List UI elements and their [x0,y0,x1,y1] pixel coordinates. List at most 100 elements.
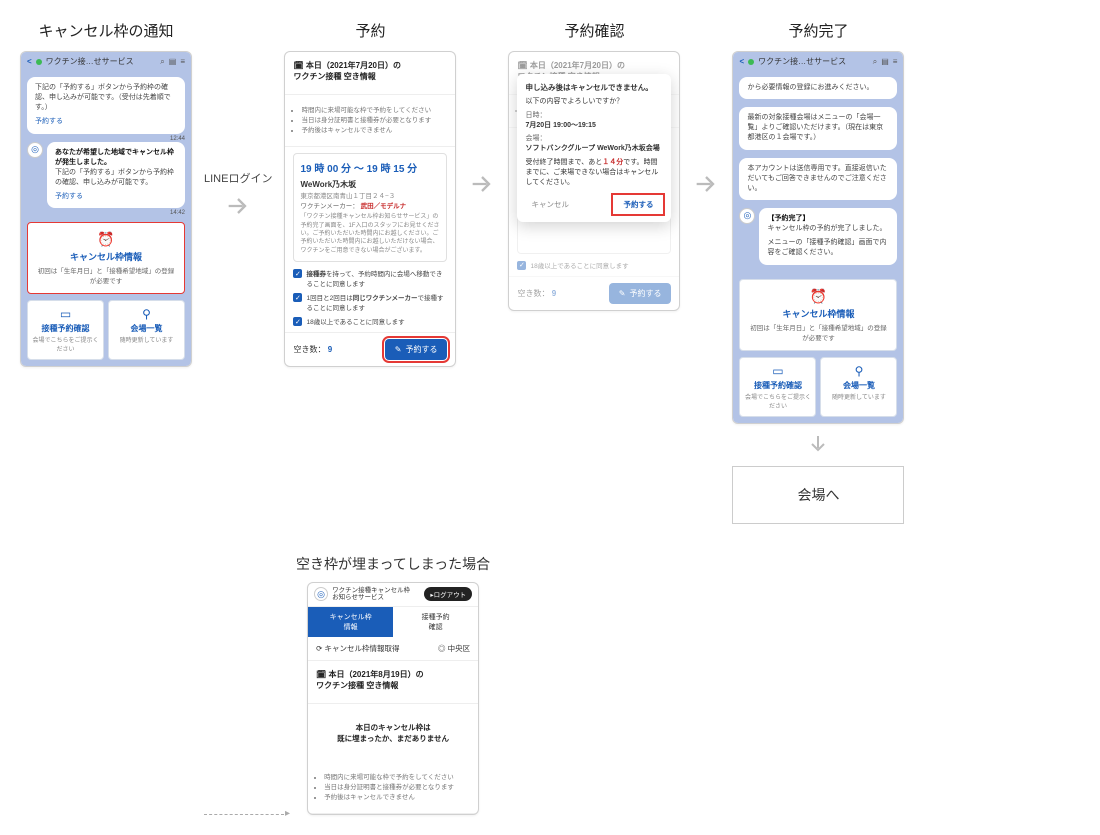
footer-bar: 空き数： 9 ✎予約する [285,332,455,366]
calendar-icon: 🗓 [316,670,326,679]
chat-text: から必要情報の登録にお進みください。 [747,84,873,91]
venue-address: 東京都港区南青山１丁目２４−３ [300,190,440,200]
sublabel: 随時更新しています [113,335,180,344]
done-body: キャンセル枠の予約が完了しました。 [767,224,889,234]
step-4: 予約完了 < ワクチン接…せサービス ⌕▤≡ から必要情報の登録にお進みください… [732,20,904,524]
back-icon[interactable]: < [27,57,32,66]
list-item: 時間内に来場可能な枠で予約をしてください [301,106,447,116]
check-text: を持って、予約時間内に会場へ移動できることに同意します [306,271,442,288]
chat-bubble: から必要情報の登録にお進みください。 [739,77,897,99]
consent-checks: ✓接種券を持って、予約時間内に会場へ移動できることに同意します ✓1回目と2回目… [293,268,447,326]
bot-avatar-icon: ◎ [27,142,43,158]
status-dot-icon [36,59,42,65]
chat-text: 最新の対象接種会場はメニューの「会場一覧」よりご確認いただけます。（現在は東京都… [747,114,883,141]
modal-confirm-button[interactable]: 予約する [613,195,663,214]
reservation-check-button[interactable]: ▭接種予約確認会場でこちらをご提示ください [739,357,816,417]
step-1: キャンセル枠の通知 < ワクチン接…せサービス ⌕ ▤ ≡ 下記の「予約する」ボ… [20,20,192,367]
bot-avatar-icon: ◎ [739,208,755,224]
logout-button[interactable]: ▸ログアウト [424,587,472,601]
tab-cancel-info[interactable]: キャンセル枠 情報 [308,607,393,637]
list-item: 当日は身分証明書と接種券が必要となります [301,116,447,126]
info-header: 🗓 本日（2021年8月19日）の ワクチン接種 空き情報 [308,661,478,704]
step-3: 予約確認 🗓 本日（2021年7月20日）の ワクチン接種 空き情報 時間内に来… [508,20,680,311]
filled-col: 空き枠が埋まってしまった場合 ◎ ワクチン接種キャンセル枠 お知らせサービス ▸… [296,554,490,816]
venue-name: WeWork乃木坂 [300,179,440,190]
chat-title: ワクチン接…せサービス [46,56,134,67]
notice-list: 時間内に来場可能な枠で予約をしてください 当日は身分証明書と接種券が必要となりま… [307,106,447,135]
loc-right[interactable]: ◎ 中央区 [438,643,470,654]
chat-bubble: あなたが希望した地域でキャンセル枠が発生しました。 下記の「予約する」ボタンから… [47,142,185,209]
tab-reservation-check[interactable]: 接種予約 確認 [393,607,478,637]
check-row[interactable]: ✓接種券を持って、予約時間内に会場へ移動できることに同意します [293,268,447,288]
check-row[interactable]: ✓18歳以上であることに同意します [293,316,447,326]
back-icon[interactable]: < [739,57,744,66]
phone-step2: 🗓 本日（2021年7月20日）の ワクチン接種 空き情報 時間内に来場可能な枠… [284,51,456,367]
search-icon[interactable]: ⌕ [160,57,164,67]
reserve-link[interactable]: 予約する [55,192,177,202]
count-value: 9 [552,289,556,298]
calendar-icon: 🗓 [293,61,303,70]
venue-label: 会場： [525,135,546,142]
chat-bubble: 【予約完了】 キャンセル枠の予約が完了しました。 メニューの「接種予約確認」画面… [759,208,897,265]
slot-note: 「ワクチン接種キャンセル枠お知らせサービス」の予約完了画面を、1F入口のスタッフ… [300,213,440,255]
arrow-right-icon [224,192,252,220]
reserve-link[interactable]: 予約する [35,117,177,127]
confirm-modal: 申し込み後はキャンセルできません。 以下の内容でよろしいですか？ 日時：7月20… [517,74,671,222]
menu-icon[interactable]: ≡ [180,57,185,67]
edit-icon: ✎ [395,345,402,354]
service-header: ◎ ワクチン接種キャンセル枠 お知らせサービス ▸ログアウト [308,583,478,608]
service-name: ワクチン接種キャンセル枠 お知らせサービス [332,587,410,603]
venue-list-button[interactable]: ⚲会場一覧随時更新しています [820,357,897,417]
venue-list-button[interactable]: ⚲ 会場一覧 随時更新しています [108,300,185,360]
modal-title: 申し込み後はキャンセルできません。 [525,82,663,93]
flow-stage: キャンセル枠の通知 < ワクチン接…せサービス ⌕ ▤ ≡ 下記の「予約する」ボ… [20,20,1080,524]
count-label: 空き数： 9 [293,344,332,355]
info-header: 🗓 本日（2021年7月20日）の ワクチン接種 空き情報 [285,52,455,95]
date-text: 本日（2021年8月19日）の ワクチン接種 空き情報 [316,670,424,690]
loc-left: ⟳ キャンセル枠情報取得 [316,643,399,654]
menu-two-box: ▭ 接種予約確認 会場でこちらをご提示ください ⚲ 会場一覧 随時更新しています [27,300,185,360]
check-text: 18歳以上であることに同意します [530,260,628,270]
modal-sub: 以下の内容でよろしいですか？ [525,97,663,107]
note-icon[interactable]: ▤ [169,57,177,67]
date-header: 🗓 本日（2021年7月20日）の ワクチン接種 空き情報 [293,60,447,82]
clock-icon: ⏰ [748,288,888,305]
location-row: ⟳ キャンセル枠情報取得 ◎ 中央区 [308,637,478,661]
done-title: 【予約完了】 [767,214,889,224]
menu-icon[interactable]: ≡ [893,57,898,67]
step-1-title: キャンセル枠の通知 [38,20,173,41]
check-text: 1回目と2回目は [306,295,352,302]
search-icon[interactable]: ⌕ [873,57,877,67]
label: 空き数： [293,345,325,354]
sublabel: 会場でこちらをご提示ください [744,392,811,410]
service-icon: ◎ [314,587,328,601]
btn-label: 予約する [629,288,661,299]
reservation-check-button[interactable]: ▭ 接種予約確認 会場でこちらをご提示ください [27,300,104,360]
cancel-slot-panel[interactable]: ⏰ キャンセル枠情報 初回は「生年月日」と「接種希望地域」の登録が必要です [739,279,897,351]
chat-text: 下記の「予約する」ボタンから予約枠の確認、申し込みが可能です。（受付は先着順です… [35,84,171,111]
panel-sub: 初回は「生年月日」と「接種希望地域」の登録が必要です [36,265,176,285]
cancel-slot-panel[interactable]: ⏰ キャンセル枠情報 初回は「生年月日」と「接種希望地域」の登録が必要です [27,222,185,294]
label: 接種予約確認 [744,380,811,391]
pin-icon: ⚲ [113,307,180,321]
dt-value: 7月20日 19:00〜19:15 [525,122,595,129]
end-box: 会場へ [732,466,904,524]
phone-step1: < ワクチン接…せサービス ⌕ ▤ ≡ 下記の「予約する」ボタンから予約枠の確認… [20,51,192,367]
chat-text: 下記の「予約する」ボタンから予約枠の確認、申し込みが可能です。 [55,169,174,186]
flow-arrow [468,20,496,198]
check-row[interactable]: ✓1回目と2回目は同じワクチンメーカーで接種することに同意します [293,292,447,312]
clock-icon: ⏰ [36,231,176,248]
maker-row: ワクチンメーカー： 武田／モデルナ [300,200,440,210]
panel-title: キャンセル枠情報 [748,307,888,320]
modal-cancel-button[interactable]: キャンセル [525,195,575,214]
sublabel: 随時更新しています [825,392,892,401]
filled-title: 空き枠が埋まってしまった場合 [296,554,490,574]
note-icon[interactable]: ▤ [881,57,889,67]
modal-actions: キャンセル 予約する [525,195,663,214]
flow-arrow [692,20,720,198]
chat-header: < ワクチン接…せサービス ⌕ ▤ ≡ [21,52,191,71]
reserve-button[interactable]: ✎予約する [385,339,448,360]
ticket-icon: ▭ [32,307,99,321]
header-icons: ⌕ ▤ ≡ [160,57,185,67]
checkbox-icon: ✓ [293,269,302,278]
